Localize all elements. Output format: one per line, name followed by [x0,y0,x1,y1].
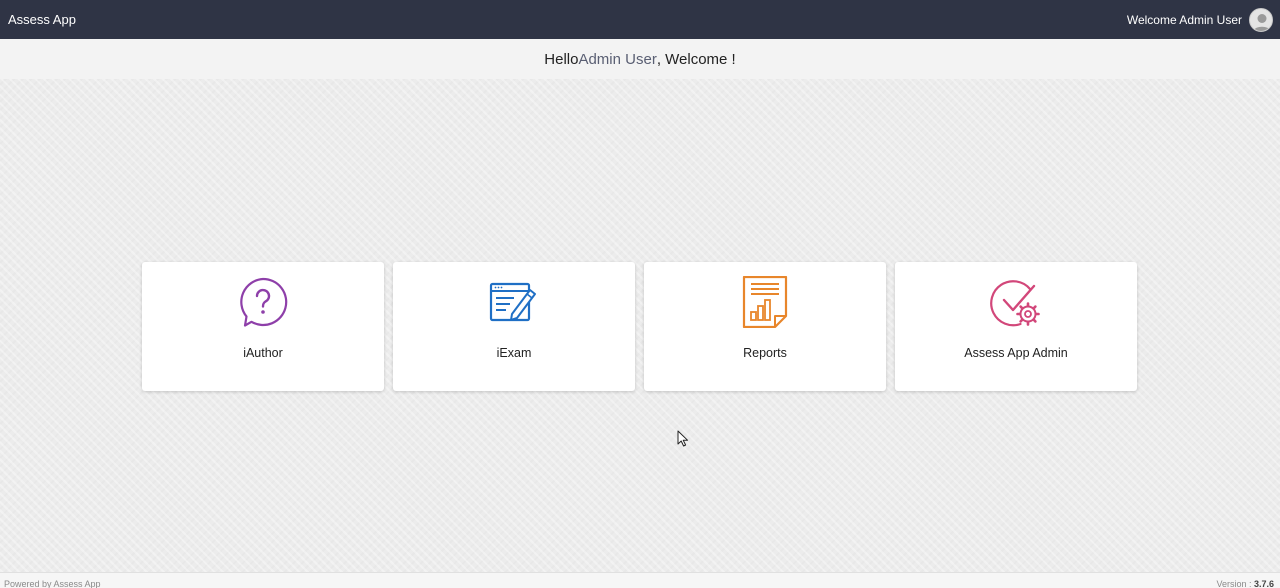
welcome-user-text: Welcome Admin User [1126,12,1242,27]
version-info: Version : 3.7.6 [1216,579,1274,588]
user-avatar-icon[interactable] [1249,7,1273,32]
question-bubble-icon [240,277,288,327]
tile-label: Assess App Admin [964,346,1068,360]
tile-label: iAuthor [243,346,283,360]
greeting-banner: Hello Admin User, Welcome ! [0,39,1280,79]
greeting-user-name: Admin User [578,50,657,68]
tile-reports[interactable]: Reports [644,262,886,391]
report-document-icon [742,276,788,328]
user-menu[interactable]: Welcome Admin User [1126,7,1273,32]
page-footer: Powered by Assess App Version : 3.7.6 [0,572,1280,588]
top-navbar: Assess App Welcome Admin User [0,0,1280,39]
tile-iexam[interactable]: iExam [393,262,635,391]
greeting-prefix: Hello [544,50,579,68]
version-label: Version : [1216,579,1254,588]
tile-iauthor[interactable]: iAuthor [142,262,384,391]
module-tiles: iAuthor iExam Reports Assess App Admin [142,262,1137,391]
tile-label: Reports [743,346,787,360]
greeting-suffix: , Welcome ! [656,50,736,68]
version-number: 3.7.6 [1253,579,1274,588]
app-brand-link[interactable]: Assess App [8,12,76,27]
tile-assess-app-admin[interactable]: Assess App Admin [895,262,1137,391]
powered-by-text: Powered by Assess App [4,579,101,588]
mouse-pointer-icon [677,430,688,447]
tile-label: iExam [496,346,532,360]
admin-settings-icon [990,280,1040,327]
exam-edit-icon [489,282,536,322]
